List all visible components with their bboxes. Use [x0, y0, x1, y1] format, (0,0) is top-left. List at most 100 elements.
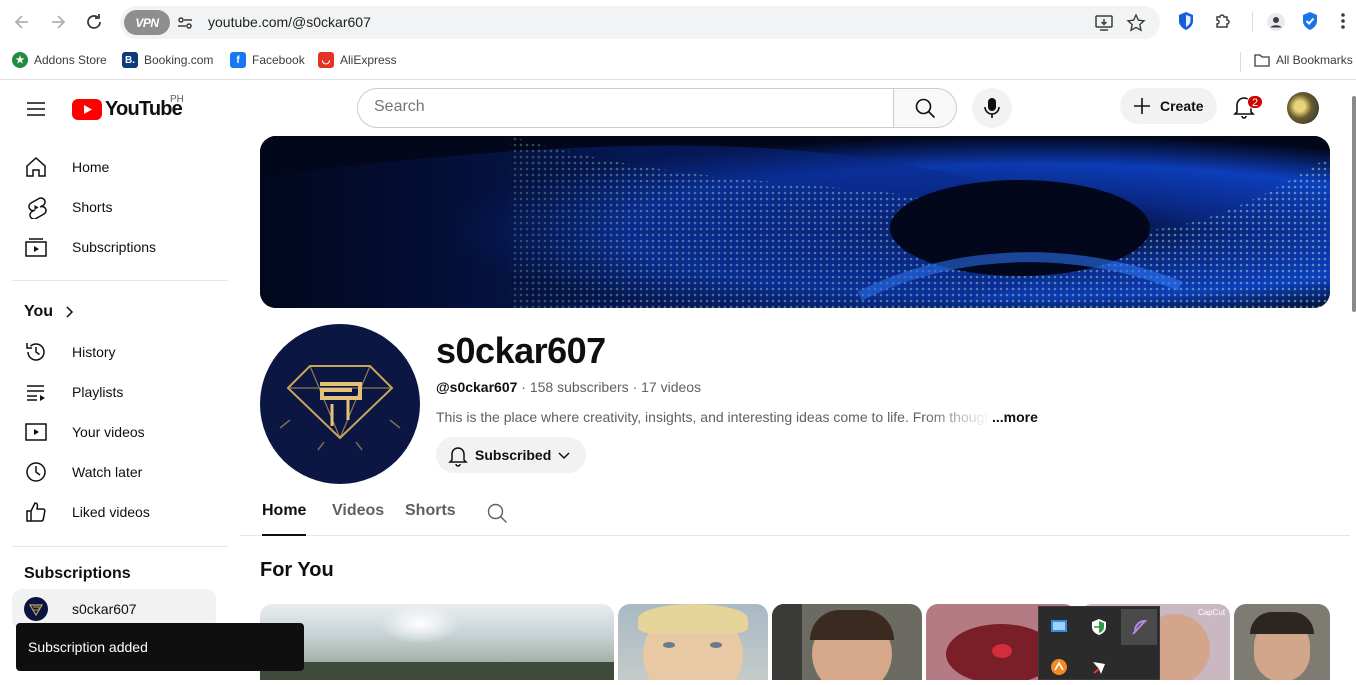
create-button[interactable]: Create: [1120, 88, 1217, 124]
sidebar-item-liked-videos[interactable]: Liked videos: [12, 492, 216, 532]
description-more-link[interactable]: ...more: [992, 409, 1038, 425]
shield-check-icon[interactable]: [1301, 11, 1319, 31]
subscriber-count: 158 subscribers: [529, 379, 629, 395]
aliexpress-icon: ◡: [318, 52, 334, 68]
extensions-puzzle-icon[interactable]: [1213, 11, 1233, 31]
channel-avatar-small: [24, 597, 48, 621]
all-bookmarks[interactable]: All Bookmarks: [1254, 52, 1353, 68]
bookmark-label: Booking.com: [144, 53, 214, 67]
search-button[interactable]: [893, 88, 957, 128]
sidebar-item-subscriptions[interactable]: Subscriptions: [12, 227, 216, 267]
sidebar-divider: [12, 546, 228, 547]
sidebar-subscriptions-header: Subscriptions: [24, 565, 131, 583]
page-scrollbar-thumb[interactable]: [1352, 96, 1356, 312]
address-bar[interactable]: VPN youtube.com/@s0ckar607: [120, 6, 1160, 39]
all-bookmarks-label: All Bookmarks: [1276, 53, 1353, 67]
bookmark-addons-store[interactable]: ★ Addons Store: [12, 52, 107, 68]
sidebar-item-your-videos[interactable]: Your videos: [12, 412, 216, 452]
sidebar-item-label: Watch later: [72, 464, 143, 480]
sidebar-item-label: Subscriptions: [72, 239, 157, 255]
sidebar-you-header[interactable]: You: [24, 303, 77, 321]
banner-wave-graphic: [260, 136, 1330, 308]
tray-security-shield-icon[interactable]: [1081, 609, 1117, 645]
sidebar-you-label: You: [24, 303, 54, 320]
shorts-icon: [24, 195, 48, 219]
country-code: PH: [170, 94, 184, 105]
facebook-icon: f: [230, 52, 246, 68]
subscribed-button[interactable]: Subscribed: [436, 437, 586, 473]
channel-name: s0ckar607: [436, 330, 606, 371]
search-input[interactable]: [374, 98, 874, 116]
sidebar-item-label: Liked videos: [72, 504, 150, 520]
bookmark-label: AliExpress: [340, 53, 397, 67]
voice-search-button[interactable]: [972, 88, 1012, 128]
video-count: 17 videos: [641, 379, 702, 395]
toast-notification: Subscription added: [16, 623, 304, 671]
sidebar-item-history[interactable]: History: [12, 332, 216, 372]
channel-search-icon[interactable]: [486, 502, 508, 524]
chevron-right-icon: [66, 306, 74, 318]
youtube-logo[interactable]: YouTube: [72, 98, 183, 121]
sidebar-item-label: Home: [72, 159, 110, 175]
sidebar-item-label: Your videos: [72, 424, 145, 440]
sidebar-item-playlists[interactable]: Playlists: [12, 372, 216, 412]
tray-feather-icon[interactable]: [1121, 609, 1157, 645]
sidebar-item-label: s0ckar607: [72, 601, 137, 617]
folder-icon: [1254, 52, 1270, 68]
addons-store-icon: ★: [12, 52, 28, 68]
bookmark-facebook[interactable]: f Facebook: [230, 52, 305, 68]
sidebar-item-label: Playlists: [72, 384, 124, 400]
subscriptions-icon: [24, 235, 48, 259]
channel-description[interactable]: This is the place where creativity, insi…: [436, 409, 991, 425]
short-thumbnail[interactable]: [618, 604, 768, 680]
channel-banner: [260, 136, 1330, 308]
tab-home[interactable]: Home: [262, 502, 307, 536]
install-app-icon[interactable]: [1094, 13, 1114, 33]
tray-monitor-icon[interactable]: [1041, 609, 1077, 645]
for-you-heading: For You: [260, 559, 334, 581]
sidebar-subscriptions-label: Subscriptions: [24, 565, 131, 582]
bookmark-star-icon[interactable]: [1126, 13, 1146, 33]
back-button[interactable]: [10, 10, 34, 34]
guide-menu-icon[interactable]: [24, 97, 48, 121]
sidebar-item-shorts[interactable]: Shorts: [12, 187, 216, 227]
bookmark-aliexpress[interactable]: ◡ AliExpress: [318, 52, 397, 68]
profile-icon[interactable]: [1266, 12, 1286, 32]
url-text[interactable]: youtube.com/@s0ckar607: [208, 14, 371, 30]
forward-arrow-icon: [52, 15, 66, 29]
site-settings-icon[interactable]: [176, 14, 194, 32]
channel-tabs: Home Videos Shorts: [240, 494, 1350, 536]
account-avatar[interactable]: [1287, 92, 1319, 124]
bitwarden-shield-icon[interactable]: [1177, 11, 1195, 31]
search-icon: [915, 98, 936, 119]
sidebar-divider: [12, 280, 228, 281]
bookmark-booking[interactable]: B. Booking.com: [122, 52, 213, 68]
create-label: Create: [1160, 98, 1204, 114]
search-box: [357, 88, 894, 128]
sidebar-item-watch-later[interactable]: Watch later: [12, 452, 216, 492]
watch-later-icon: [24, 460, 48, 484]
video-thumbnail[interactable]: [260, 604, 614, 680]
channel-logo-diamond: [279, 365, 401, 451]
guide-sidebar: Home Shorts Subscriptions You History Pl…: [0, 136, 240, 680]
short-thumbnail[interactable]: [772, 604, 922, 680]
bell-icon: [448, 445, 468, 467]
meta-separator: ·: [521, 379, 526, 395]
tab-videos[interactable]: Videos: [332, 502, 384, 536]
sidebar-item-home[interactable]: Home: [12, 147, 216, 187]
forward-button[interactable]: [46, 10, 70, 34]
your-videos-icon: [24, 420, 48, 444]
browser-menu-icon[interactable]: [1336, 11, 1350, 31]
tab-shorts[interactable]: Shorts: [405, 502, 456, 536]
sidebar-item-label: Shorts: [72, 199, 113, 215]
bookmarks-bar: ★ Addons Store B. Booking.com f Facebook…: [0, 44, 1356, 80]
bookmark-label: Facebook: [252, 53, 305, 67]
notification-count-badge: 2: [1247, 95, 1263, 109]
vpn-badge[interactable]: VPN: [124, 10, 170, 35]
channel-avatar[interactable]: [260, 324, 420, 484]
reload-button[interactable]: [82, 10, 106, 34]
subscribed-label: Subscribed: [475, 447, 552, 463]
channel-meta: @s0ckar607 · 158 subscribers · 17 videos: [436, 379, 701, 395]
short-thumbnail[interactable]: [1234, 604, 1330, 680]
channel-handle: @s0ckar607: [436, 379, 518, 395]
